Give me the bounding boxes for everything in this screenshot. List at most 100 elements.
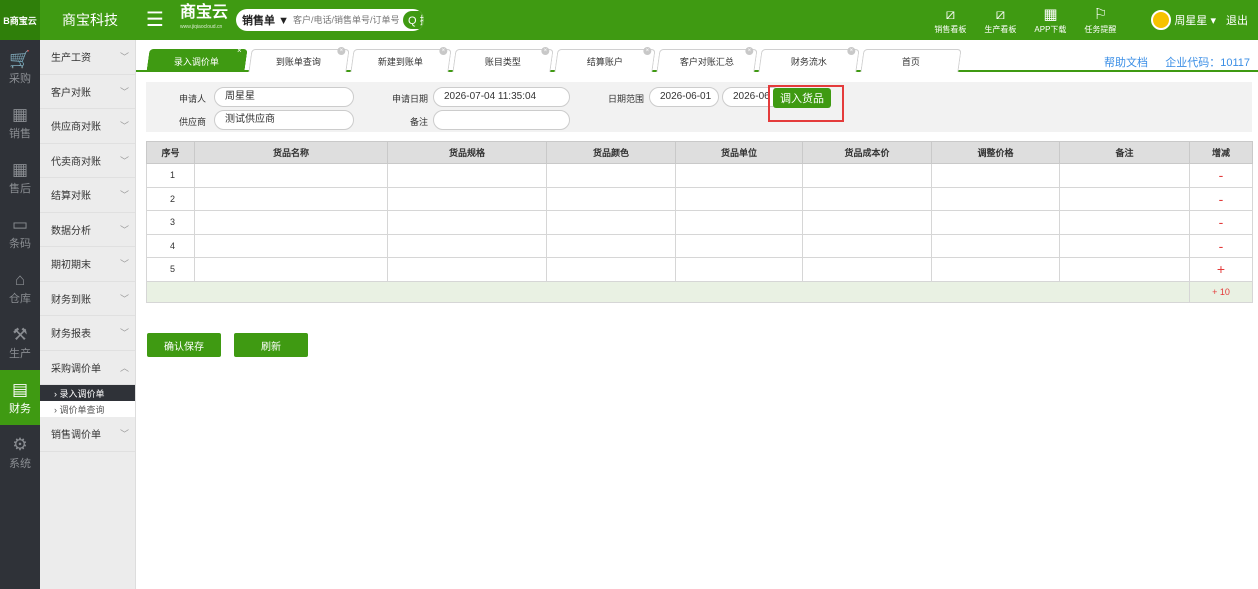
sidebar-item[interactable]: 客户对账 ﹀ (40, 75, 135, 109)
tab[interactable]: 首页 (860, 49, 962, 72)
sidebar-subitem-active[interactable]: › 录入调价单 (40, 385, 135, 401)
cell-input[interactable] (387, 186, 547, 211)
cell-input[interactable] (194, 210, 388, 235)
remove-row-button[interactable]: - (1189, 163, 1253, 188)
cell-input[interactable] (675, 186, 803, 211)
cell-input[interactable] (675, 163, 803, 188)
tab[interactable]: 新建到账单 × (350, 47, 452, 72)
apply-date-field[interactable]: 2026-07-04 11:35:04 (433, 87, 570, 107)
cell-input[interactable] (546, 163, 676, 188)
tab[interactable]: 客户对账汇总 × (656, 47, 758, 72)
cell-input[interactable] (387, 233, 547, 258)
close-icon[interactable]: × (337, 47, 346, 55)
tab[interactable]: 账目类型 × (452, 47, 554, 72)
cell-input[interactable] (1059, 186, 1190, 211)
sidebar-item[interactable]: 采购调价单 ︿ (40, 351, 135, 385)
cell-input[interactable] (802, 233, 932, 258)
cell-input[interactable] (546, 233, 676, 258)
applicant-field[interactable]: 周星星 (214, 87, 354, 107)
cell-input[interactable] (931, 210, 1060, 235)
cell-input[interactable] (194, 233, 388, 258)
supplier-field[interactable]: 测试供应商 (214, 110, 354, 130)
module-warehouse[interactable]: ⌂ 仓库 (0, 260, 40, 315)
close-icon[interactable]: × (541, 47, 550, 55)
module-finance[interactable]: ▤ 财务 (0, 370, 40, 425)
cell-input[interactable] (675, 257, 803, 282)
tab[interactable]: 财务流水 × (758, 47, 860, 72)
help-link[interactable]: 帮助文档 (1104, 54, 1148, 70)
module-aftersale[interactable]: ▦ 售后 (0, 150, 40, 205)
cell-input[interactable] (802, 257, 932, 282)
row-number: 5 (146, 257, 195, 282)
sidebar-item[interactable]: 财务到账 ﹀ (40, 282, 135, 316)
sidebar-subitem[interactable]: › 调价单查询 (40, 401, 135, 417)
cell-input[interactable] (546, 257, 676, 282)
cell-input[interactable] (802, 163, 932, 188)
cell-input[interactable] (931, 186, 1060, 211)
refresh-button[interactable]: 刷新 (234, 333, 308, 357)
cell-input[interactable] (546, 210, 676, 235)
table-row: 3 - (146, 210, 1253, 235)
cell-input[interactable] (387, 163, 547, 188)
search-button[interactable]: Q 搜索 (402, 11, 425, 29)
cell-input[interactable] (931, 257, 1060, 282)
cell-input[interactable] (194, 163, 388, 188)
close-icon[interactable]: × (643, 47, 652, 55)
cell-input[interactable] (675, 210, 803, 235)
search-input[interactable] (292, 15, 403, 25)
remark-field[interactable] (433, 110, 570, 130)
cell-input[interactable] (931, 163, 1060, 188)
cell-input[interactable] (1059, 163, 1190, 188)
sidebar-item[interactable]: 期初期末 ﹀ (40, 247, 135, 282)
module-system[interactable]: ⚙ 系统 (0, 425, 40, 480)
sidebar-item[interactable]: 生产工资 ﹀ (40, 40, 135, 75)
cell-input[interactable] (194, 186, 388, 211)
adjustment-form: 申请人 周星星 供应商 测试供应商 申请日期 2026-07-04 11:35:… (146, 82, 1252, 132)
cell-input[interactable] (675, 233, 803, 258)
task-reminder-button[interactable]: ⚐ 任务提醒 (1075, 6, 1125, 35)
tab[interactable]: 到账单查询 × (248, 47, 350, 72)
search-type-select[interactable]: 销售单 ▼ (236, 12, 293, 28)
remove-row-button[interactable]: - (1189, 233, 1253, 258)
sidebar-item-label: 结算对账 (51, 191, 91, 203)
cell-input[interactable] (1059, 210, 1190, 235)
cell-input[interactable] (1059, 233, 1190, 258)
close-icon[interactable]: × (439, 47, 448, 55)
sidebar-item[interactable]: 数据分析 ﹀ (40, 213, 135, 247)
cell-input[interactable] (546, 186, 676, 211)
remove-row-button[interactable]: - (1189, 210, 1253, 235)
cell-input[interactable] (387, 210, 547, 235)
cell-input[interactable] (1059, 257, 1190, 282)
close-icon[interactable]: × (847, 47, 856, 55)
cell-input[interactable] (802, 186, 932, 211)
hamburger-menu-icon[interactable]: ☰ (146, 10, 170, 30)
cell-input[interactable] (387, 257, 547, 282)
sidebar-item-label: 代卖商对账 (51, 156, 101, 168)
remove-row-button[interactable]: - (1189, 186, 1253, 211)
module-purchase[interactable]: 🛒 采购 (0, 40, 40, 95)
cell-input[interactable] (931, 233, 1060, 258)
module-sales[interactable]: ▦ 销售 (0, 95, 40, 150)
sidebar-item[interactable]: 结算对账 ﹀ (40, 178, 135, 213)
date-from-field[interactable]: 2026-06-01 (649, 87, 719, 107)
user-menu[interactable]: 周星星 ▾ 退出 (1151, 10, 1248, 30)
app-download-button[interactable]: ▦ APP下载 (1025, 6, 1075, 35)
add-row-button[interactable]: + (1189, 257, 1253, 282)
confirm-save-button[interactable]: 确认保存 (147, 333, 221, 357)
add-ten-rows-button[interactable]: + 10 (1189, 280, 1253, 303)
sidebar-item[interactable]: 销售调价单 ﹀ (40, 417, 135, 452)
module-production[interactable]: ⚒ 生产 (0, 315, 40, 370)
close-icon[interactable]: × (745, 47, 754, 55)
module-barcode[interactable]: ▭ 条码 (0, 205, 40, 260)
sidebar-item[interactable]: 代卖商对账 ﹀ (40, 144, 135, 178)
sidebar-item[interactable]: 财务报表 ﹀ (40, 316, 135, 351)
sidebar-item[interactable]: 供应商对账 ﹀ (40, 109, 135, 144)
cell-input[interactable] (802, 210, 932, 235)
tab[interactable]: 结算账户 × (554, 47, 656, 72)
close-icon[interactable]: × (235, 46, 243, 55)
tab-active[interactable]: 录入调价单 × (146, 46, 248, 72)
logout-link[interactable]: 退出 (1226, 12, 1248, 28)
cell-input[interactable] (194, 257, 388, 282)
production-board-button[interactable]: ⧄ 生产看板 (975, 6, 1025, 35)
sales-board-button[interactable]: ⧄ 销售看板 (925, 6, 975, 35)
